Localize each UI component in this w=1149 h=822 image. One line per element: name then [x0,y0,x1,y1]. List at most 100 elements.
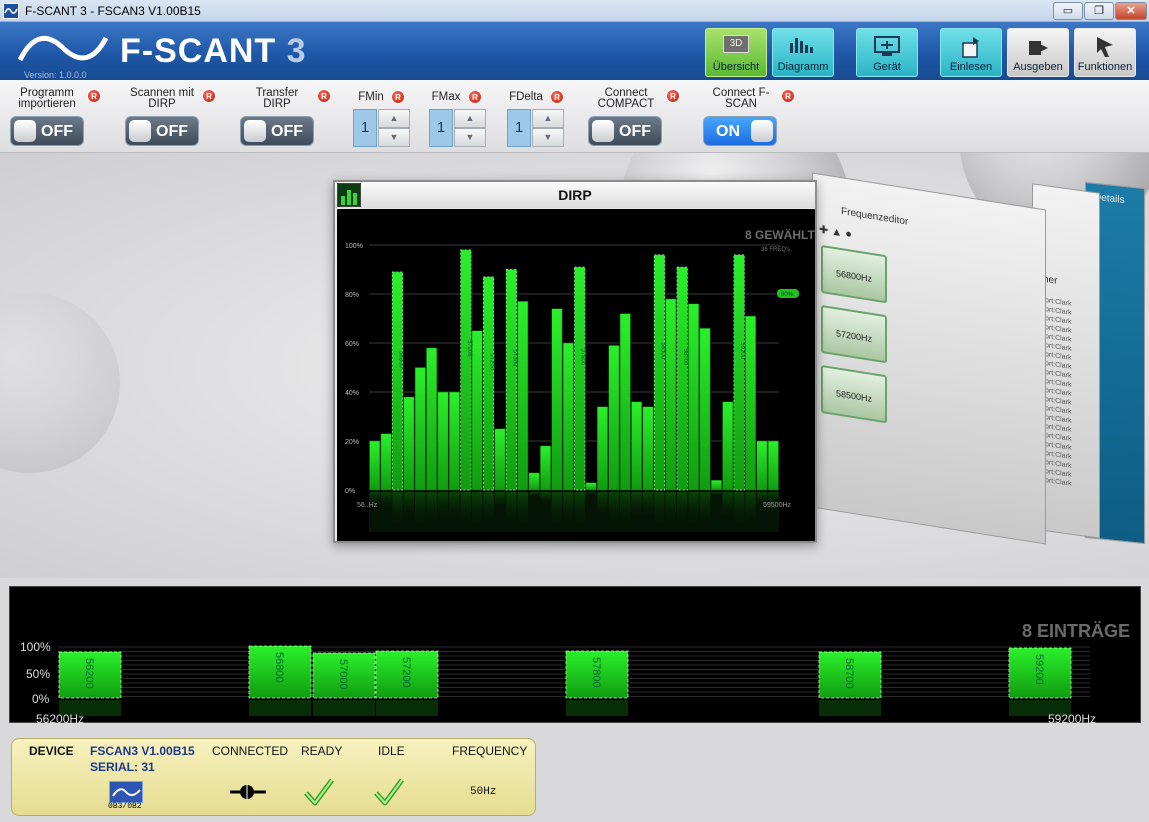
dirp-bar[interactable] [733,254,745,491]
dirp-bar[interactable] [505,269,517,491]
dirp-bar[interactable] [710,479,722,491]
fdelta-value[interactable]: 1 [507,109,531,147]
fmax-stepper[interactable]: 1 ▲ ▼ [429,109,487,147]
dirp-bar[interactable] [597,406,608,491]
fdelta-r-badge[interactable]: R [550,90,564,104]
fmin-value[interactable]: 1 [353,109,377,147]
dirp-bar[interactable] [676,266,688,491]
dirp-bar-reflection [494,492,506,514]
fscan-r-badge[interactable]: R [781,89,795,103]
dirp-selected-count: 8 GEWÄHLT [745,227,815,242]
dirp-bar[interactable] [403,396,415,491]
frequency-editor-panel[interactable]: Frequenzeditor ✚ ▲ ● 56800Hz 57200Hz 585… [812,172,1046,545]
transfer-dirp-toggle[interactable]: OFF [240,116,314,146]
add-icon[interactable]: ✚ ▲ ● [819,223,852,241]
dirp-bar-reflection [415,492,426,532]
overview-button[interactable]: 3D Übersicht [705,28,767,77]
fmin-up-button[interactable]: ▲ [378,109,410,128]
fdelta-stepper[interactable]: 1 ▲ ▼ [507,109,565,147]
dirp-bar[interactable] [631,401,643,491]
dirp-bar[interactable] [483,276,495,491]
minimize-button[interactable]: ▭ [1053,2,1083,20]
dirp-bar[interactable] [745,315,756,491]
dirp-bar-reflection [620,492,631,532]
dirp-bar[interactable] [574,266,586,491]
dirp-bar[interactable] [392,271,403,491]
dirp-bar[interactable] [426,347,438,491]
decorative-sphere [0,293,120,473]
strip-entry-reflection [566,700,628,716]
dirp-bar[interactable] [722,401,734,491]
programm-importieren-toggle[interactable]: OFF [10,116,84,146]
dirp-bar[interactable] [653,254,665,491]
dirp-bar[interactable] [528,472,540,491]
fdelta-up-button[interactable]: ▲ [532,109,564,128]
device-thumbnail-icon[interactable] [109,781,143,803]
connect-fscan-toggle[interactable]: ON [703,116,777,146]
fmin-stepper[interactable]: 1 ▲ ▼ [353,109,411,147]
fmax-up-button[interactable]: ▲ [454,109,486,128]
dirp-bar[interactable] [688,303,700,491]
toggle-state: OFF [619,123,651,140]
dirp-bar[interactable] [608,345,620,491]
dirp-bar[interactable] [437,391,449,491]
fmin-down-button[interactable]: ▼ [378,128,410,147]
transfer-r-badge[interactable]: R [317,89,331,103]
dirp-bar[interactable] [494,428,506,491]
dirp-bar[interactable] [448,391,460,491]
dirp-bar[interactable] [562,342,574,491]
dirp-selected-sub: 36 FREQ's [761,247,790,253]
dirp-bar[interactable] [756,440,768,491]
ready-label: READY [301,744,343,758]
dirp-bar[interactable] [471,330,483,491]
dirp-bar[interactable] [414,367,426,491]
connection-plug-icon [230,785,266,799]
fmin-r-badge[interactable]: R [391,90,405,104]
dirp-bar-reflection [665,492,676,532]
transfer-dirp-label: Transfer DIRP [255,87,299,110]
dirp-xmax-label: 59500Hz [763,502,792,509]
dirp-bar[interactable] [460,249,472,491]
connect-compact-label: Connect COMPACT [597,87,655,110]
export-button[interactable]: Ausgeben [1007,28,1069,77]
programm-r-badge[interactable]: R [87,89,101,103]
frequency-card[interactable]: 58500Hz [821,364,887,424]
dirp-bar[interactable] [665,298,677,491]
connect-compact-toggle[interactable]: OFF [588,116,662,146]
dirp-bar[interactable] [551,308,563,491]
dirp-bar[interactable] [767,440,779,491]
dirp-bar[interactable] [540,445,551,491]
entries-strip[interactable]: 56200 56800 57000 57200 57800 58700 59200 100%… [9,586,1141,726]
dirp-bar[interactable] [642,406,654,491]
maximize-button[interactable]: ❐ [1084,2,1114,20]
dirp-bar[interactable] [585,482,597,491]
frequency-card[interactable]: 56800Hz [821,244,887,304]
device-label: Gerät [873,61,901,73]
dirp-bar[interactable] [380,433,392,491]
functions-button[interactable]: Funktionen [1074,28,1136,77]
dirp-bar[interactable] [699,328,711,491]
fmax-down-button[interactable]: ▼ [454,128,486,147]
dirp-bar[interactable] [517,301,529,491]
dirp-panel[interactable]: DIRP 100% 80% 60% 40% 20% 0% 56800 57200 57200 5… [333,180,817,543]
import-button[interactable]: Einlesen [940,28,1002,77]
strip-y50-label: 50% [26,667,50,681]
frequency-card[interactable]: 57200Hz [821,304,887,364]
dirp-header: DIRP [335,182,815,208]
dirp-bar-reflection [608,492,620,532]
dirp-bar[interactable] [619,313,631,491]
app-icon [3,3,19,19]
strip-entry-label: 56200 [83,658,95,689]
fmax-value[interactable]: 1 [429,109,453,147]
dirp-chart-svg: 100% 80% 60% 40% 20% 0% 56800 57200 57200 57300 5… [345,227,815,532]
close-button[interactable]: ✕ [1115,2,1147,20]
fmax-r-badge[interactable]: R [468,90,482,104]
compact-r-badge[interactable]: R [666,89,680,103]
diagram-button[interactable]: Diagramm [772,28,834,77]
device-button[interactable]: Gerät [856,28,918,77]
fdelta-down-button[interactable]: ▼ [532,128,564,147]
dirp-bar[interactable] [369,440,381,491]
scannen-r-badge[interactable]: R [202,89,216,103]
dirp-bar-label: 57800 [580,349,586,366]
scannen-mit-dirp-toggle[interactable]: OFF [125,116,199,146]
